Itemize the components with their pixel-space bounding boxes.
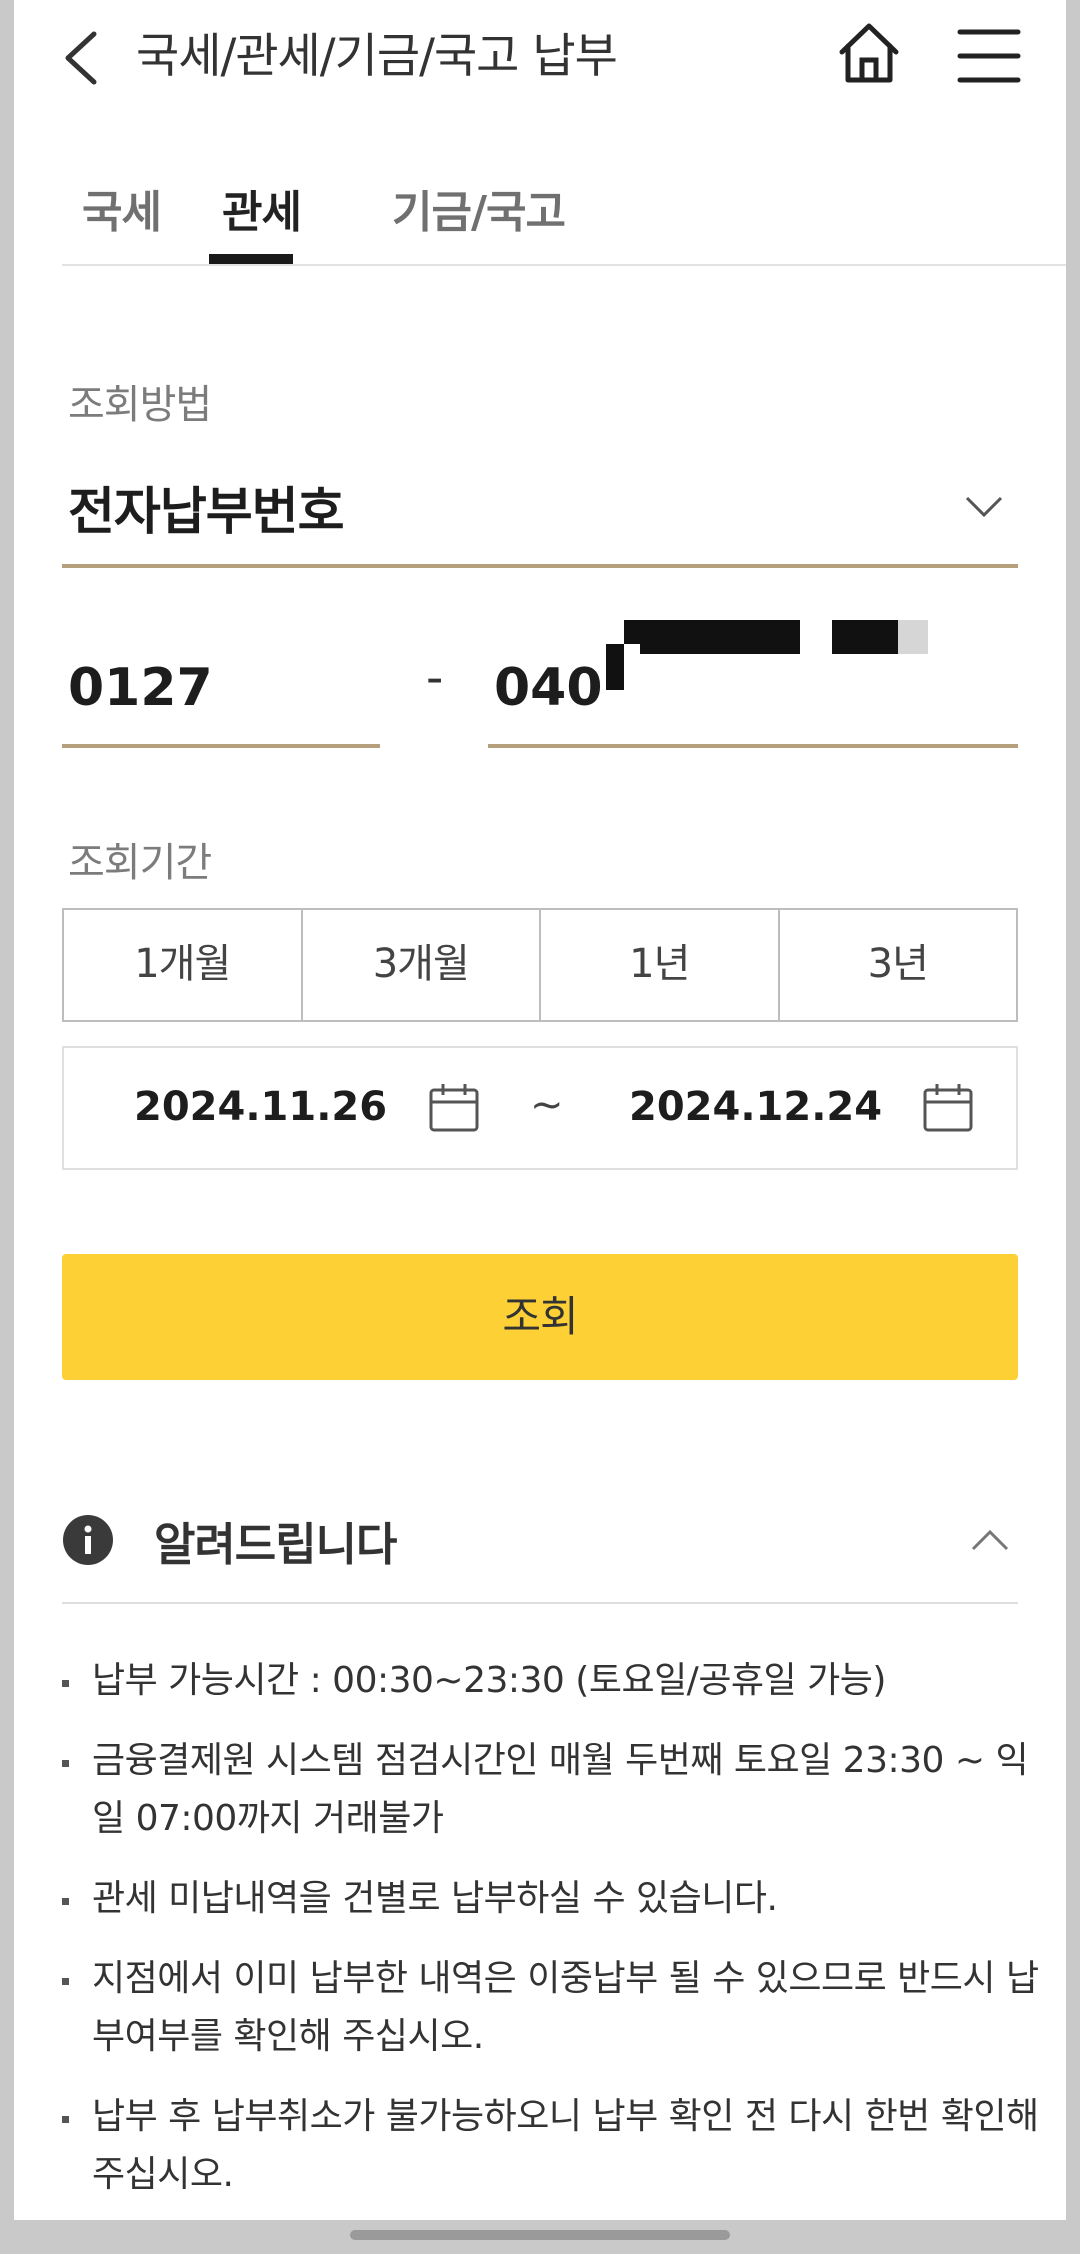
notice-list: 납부 가능시간 : 00:30~23:30 (토요일/공휴일 가능) 금융결제원… [62,1652,1042,2220]
payment-number-part1-field[interactable]: 0127 [62,630,380,748]
method-selected-value: 전자납부번호 [68,483,345,542]
screen: 국세/관세/기금/국고 납부 국세 관세 기금/국고 조회방법 전자납부번호 0… [14,0,1066,2220]
tab-fund-treasury[interactable]: 기금/국고 [392,170,566,256]
notice-item: 금융결제원 시스템 점검시간인 매월 두번째 토요일 23:30 ~ 익일 07… [62,1732,1042,1848]
notice-title: 알려드립니다 [154,1518,397,1571]
home-icon [839,23,899,83]
active-tab-indicator [209,254,293,264]
notice-item: 관세 미납내역을 건별로 납부하실 수 있습니다. [62,1870,1042,1928]
search-button[interactable]: 조회 [62,1254,1018,1380]
app-header: 국세/관세/기금/국고 납부 [14,0,1066,118]
date-range: 2024.11.26 ~ 2024.12.24 [62,1046,1018,1170]
tab-bar: 국세 관세 기금/국고 [62,170,1066,266]
end-date[interactable]: 2024.12.24 [629,1084,882,1130]
period-3-years-button[interactable]: 3년 [780,910,1017,1020]
notice-header[interactable]: 알려드립니다 [62,1490,1018,1604]
back-button[interactable] [56,22,116,94]
notice-item: 납부 가능시간 : 00:30~23:30 (토요일/공휴일 가능) [62,1652,1042,1710]
method-label: 조회방법 [68,382,212,428]
period-1-year-button[interactable]: 1년 [541,910,780,1020]
chevron-up-icon[interactable] [970,1528,1010,1552]
hamburger-menu-icon [957,29,1021,83]
menu-button[interactable] [954,22,1024,88]
period-1-month-button[interactable]: 1개월 [64,910,303,1020]
home-button[interactable] [834,18,904,90]
period-3-months-button[interactable]: 3개월 [303,910,541,1020]
redacted-number-mask [606,620,966,740]
payment-number-part2-value: 040 [494,658,603,718]
notice-item: 납부 후 납부취소가 불가능하오니 납부 확인 전 다시 한번 확인해 주십시오… [62,2088,1042,2204]
home-indicator-bar[interactable] [350,2230,730,2240]
tab-national-tax[interactable]: 국세 [82,170,162,256]
calendar-icon[interactable] [428,1082,480,1134]
period-label: 조회기간 [68,840,212,886]
method-select[interactable]: 전자납부번호 [62,460,1018,568]
chevron-down-icon [965,496,1003,518]
payment-number-part1-value: 0127 [68,658,213,718]
page-title: 국세/관세/기금/국고 납부 [136,29,618,84]
period-button-group: 1개월 3개월 1년 3년 [62,908,1018,1022]
calendar-icon[interactable] [922,1082,974,1134]
tab-customs[interactable]: 관세 [222,170,302,256]
start-date[interactable]: 2024.11.26 [134,1084,387,1130]
notice-item: 지점에서 이미 납부한 내역은 이중납부 될 수 있으므로 반드시 납부여부를 … [62,1950,1042,2066]
info-icon [63,1515,113,1565]
number-separator: - [426,650,444,706]
date-range-separator: ~ [530,1082,564,1128]
chevron-left-icon [65,31,97,85]
